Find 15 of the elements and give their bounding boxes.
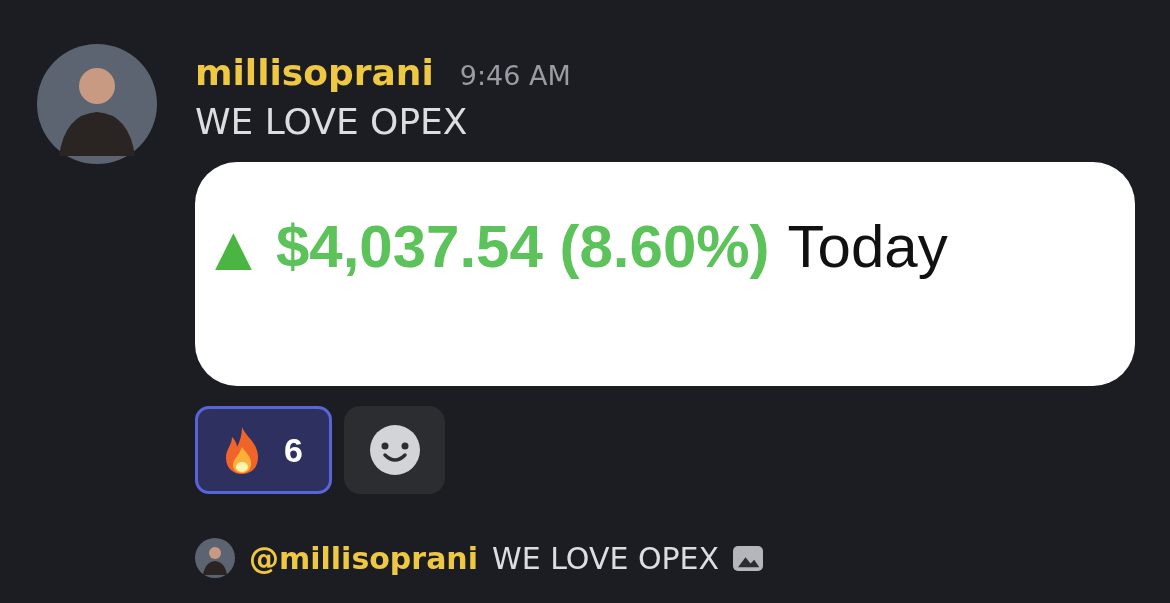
smiley-icon [369, 425, 420, 475]
image-attachment[interactable]: ▲ $4,037.54 (8.60%) Today [195, 162, 1135, 386]
mention[interactable]: @millisoprani [249, 540, 478, 576]
avatar [195, 538, 235, 578]
reaction-button[interactable]: 6 [195, 406, 332, 494]
gain-amount: $4,037.54 (8.60%) [275, 212, 770, 281]
up-triangle-icon: ▲ [215, 222, 252, 271]
period-label: Today [787, 212, 948, 281]
avatar[interactable] [37, 44, 157, 164]
add-reaction-button[interactable] [344, 406, 445, 494]
image-icon [733, 545, 764, 571]
timestamp: 9:46 AM [459, 60, 571, 91]
reply-text: WE LOVE OPEX [492, 540, 720, 576]
username[interactable]: millisoprani [195, 52, 434, 93]
message-text: WE LOVE OPEX [195, 101, 469, 142]
